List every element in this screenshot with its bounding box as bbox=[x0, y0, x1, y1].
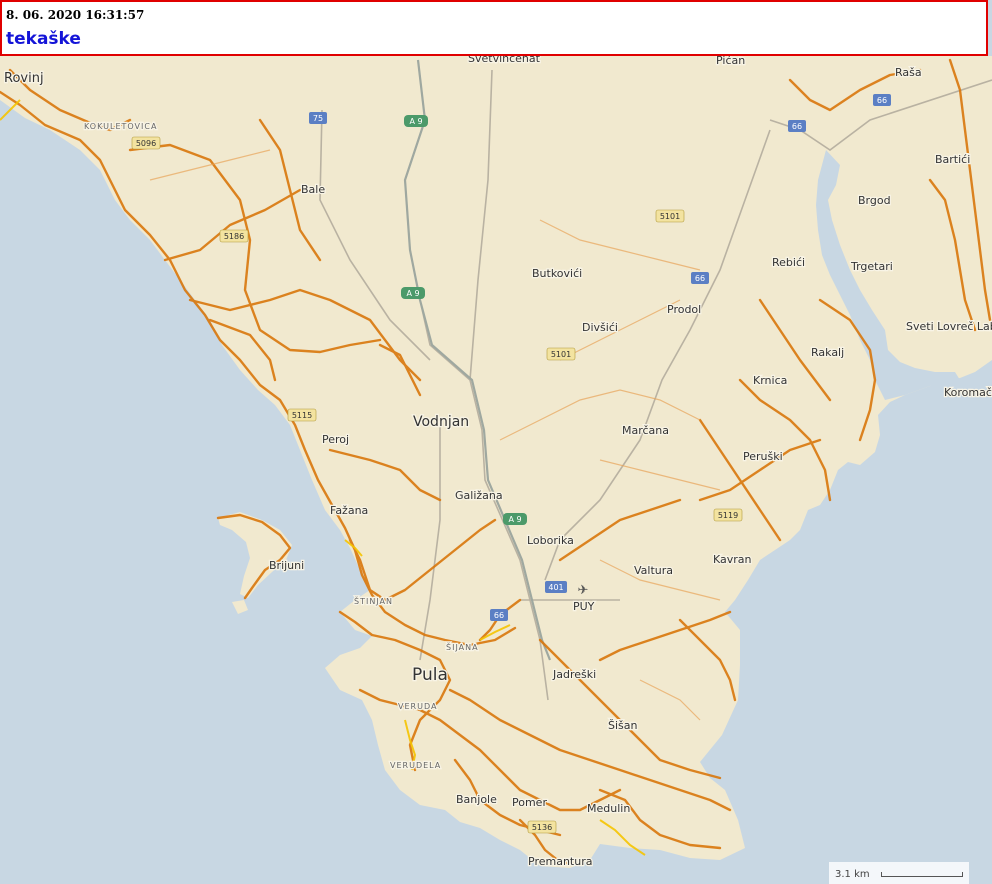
place-brijuni: Brijuni bbox=[269, 559, 304, 572]
badge-66-south: 66 bbox=[490, 609, 508, 621]
place-divsici: Divšići bbox=[582, 321, 618, 334]
badge-5136: 5136 bbox=[527, 820, 557, 834]
place-jadreski: Jadreški bbox=[552, 668, 596, 681]
place-pomer: Pomer bbox=[512, 796, 547, 809]
badge-401: 401 bbox=[545, 581, 567, 593]
page-title: tekaške bbox=[6, 29, 81, 49]
place-peroj: Peroj bbox=[322, 433, 349, 446]
place-valtura: Valtura bbox=[634, 564, 673, 577]
svg-text:66: 66 bbox=[877, 96, 887, 105]
svg-text:5186: 5186 bbox=[224, 232, 244, 241]
svg-text:75: 75 bbox=[313, 114, 323, 123]
badge-5115: 5115 bbox=[287, 408, 317, 422]
badge-66-north: 66 bbox=[788, 120, 806, 132]
svg-text:66: 66 bbox=[494, 611, 504, 620]
svg-text:66: 66 bbox=[792, 122, 802, 131]
scale-bar: 3.1 km bbox=[829, 862, 969, 884]
place-krnica: Krnica bbox=[753, 374, 787, 387]
place-pula: Pula bbox=[412, 665, 448, 685]
badge-66-mid: 66 bbox=[691, 272, 709, 284]
place-brgod: Brgod bbox=[858, 194, 891, 207]
badge-5186: 5186 bbox=[219, 229, 249, 243]
header-banner: 8. 06. 2020 16:31:57 tekaške bbox=[0, 0, 988, 56]
place-kavran: Kavran bbox=[713, 553, 752, 566]
badge-75: 75 bbox=[309, 112, 327, 124]
svg-text:5101: 5101 bbox=[551, 350, 571, 359]
svg-text:A 9: A 9 bbox=[508, 515, 521, 524]
svg-text:5096: 5096 bbox=[136, 139, 156, 148]
place-loborika: Loborika bbox=[527, 534, 574, 547]
place-fazana: Fažana bbox=[330, 504, 368, 517]
place-bartici: Bartići bbox=[935, 153, 970, 166]
badge-5101-north: 5101 bbox=[655, 209, 685, 223]
place-verudela: VERUDELA bbox=[390, 761, 441, 770]
badge-a9-mid: A 9 bbox=[401, 287, 425, 299]
svg-text:66: 66 bbox=[695, 274, 705, 283]
svg-text:A 9: A 9 bbox=[406, 289, 419, 298]
scale-line bbox=[881, 872, 963, 877]
svg-text:401: 401 bbox=[548, 583, 563, 592]
place-trgetari: Trgetari bbox=[850, 260, 893, 273]
scale-label: 3.1 km bbox=[835, 869, 870, 880]
place-rovinj: Rovinj bbox=[4, 71, 44, 86]
badge-5119: 5119 bbox=[713, 508, 743, 522]
place-veruda: VERUDA bbox=[398, 702, 437, 711]
place-stinjan: ŠTINJAN bbox=[354, 595, 393, 606]
badge-a9-north: A 9 bbox=[404, 115, 428, 127]
place-vodnjan: Vodnjan bbox=[413, 414, 469, 430]
place-bale: Bale bbox=[301, 183, 325, 196]
airplane-icon: ✈ bbox=[578, 583, 589, 598]
timestamp: 8. 06. 2020 16:31:57 bbox=[6, 8, 145, 22]
place-medulin: Medulin bbox=[587, 802, 630, 815]
place-premantura: Premantura bbox=[528, 855, 592, 868]
svg-text:5101: 5101 bbox=[660, 212, 680, 221]
place-rebici: Rebići bbox=[772, 256, 805, 269]
place-peruski: Peruški bbox=[743, 450, 783, 463]
place-kokuletovica: KOKULETOVICA bbox=[84, 122, 157, 131]
place-sisan: Šišan bbox=[608, 719, 638, 732]
place-sijana: ŠIJANA bbox=[446, 641, 479, 652]
map-canvas[interactable]: 75 A 9 66 66 5096 5101 5186 A 9 66 5101 … bbox=[0, 0, 992, 884]
place-prodol: Prodol bbox=[667, 303, 701, 316]
place-sveti-lovrec: Sveti Lovreč Labinski bbox=[906, 320, 992, 333]
place-banjole: Banjole bbox=[456, 793, 497, 806]
badge-5101-south: 5101 bbox=[546, 347, 576, 361]
place-puy: PUY bbox=[573, 600, 595, 613]
place-rasa: Raša bbox=[895, 66, 922, 79]
svg-text:5136: 5136 bbox=[532, 823, 552, 832]
svg-text:5115: 5115 bbox=[292, 411, 312, 420]
badge-5096: 5096 bbox=[131, 136, 161, 150]
place-rakalj: Rakalj bbox=[811, 346, 844, 359]
place-marcana: Marčana bbox=[622, 424, 669, 437]
place-koromacno: Koromačno bbox=[944, 386, 992, 399]
badge-a9-south: A 9 bbox=[503, 513, 527, 525]
place-galizana: Galižana bbox=[455, 489, 503, 502]
svg-text:A 9: A 9 bbox=[409, 117, 422, 126]
badge-66-east: 66 bbox=[873, 94, 891, 106]
svg-text:5119: 5119 bbox=[718, 511, 738, 520]
place-butkovici: Butkovići bbox=[532, 267, 582, 280]
